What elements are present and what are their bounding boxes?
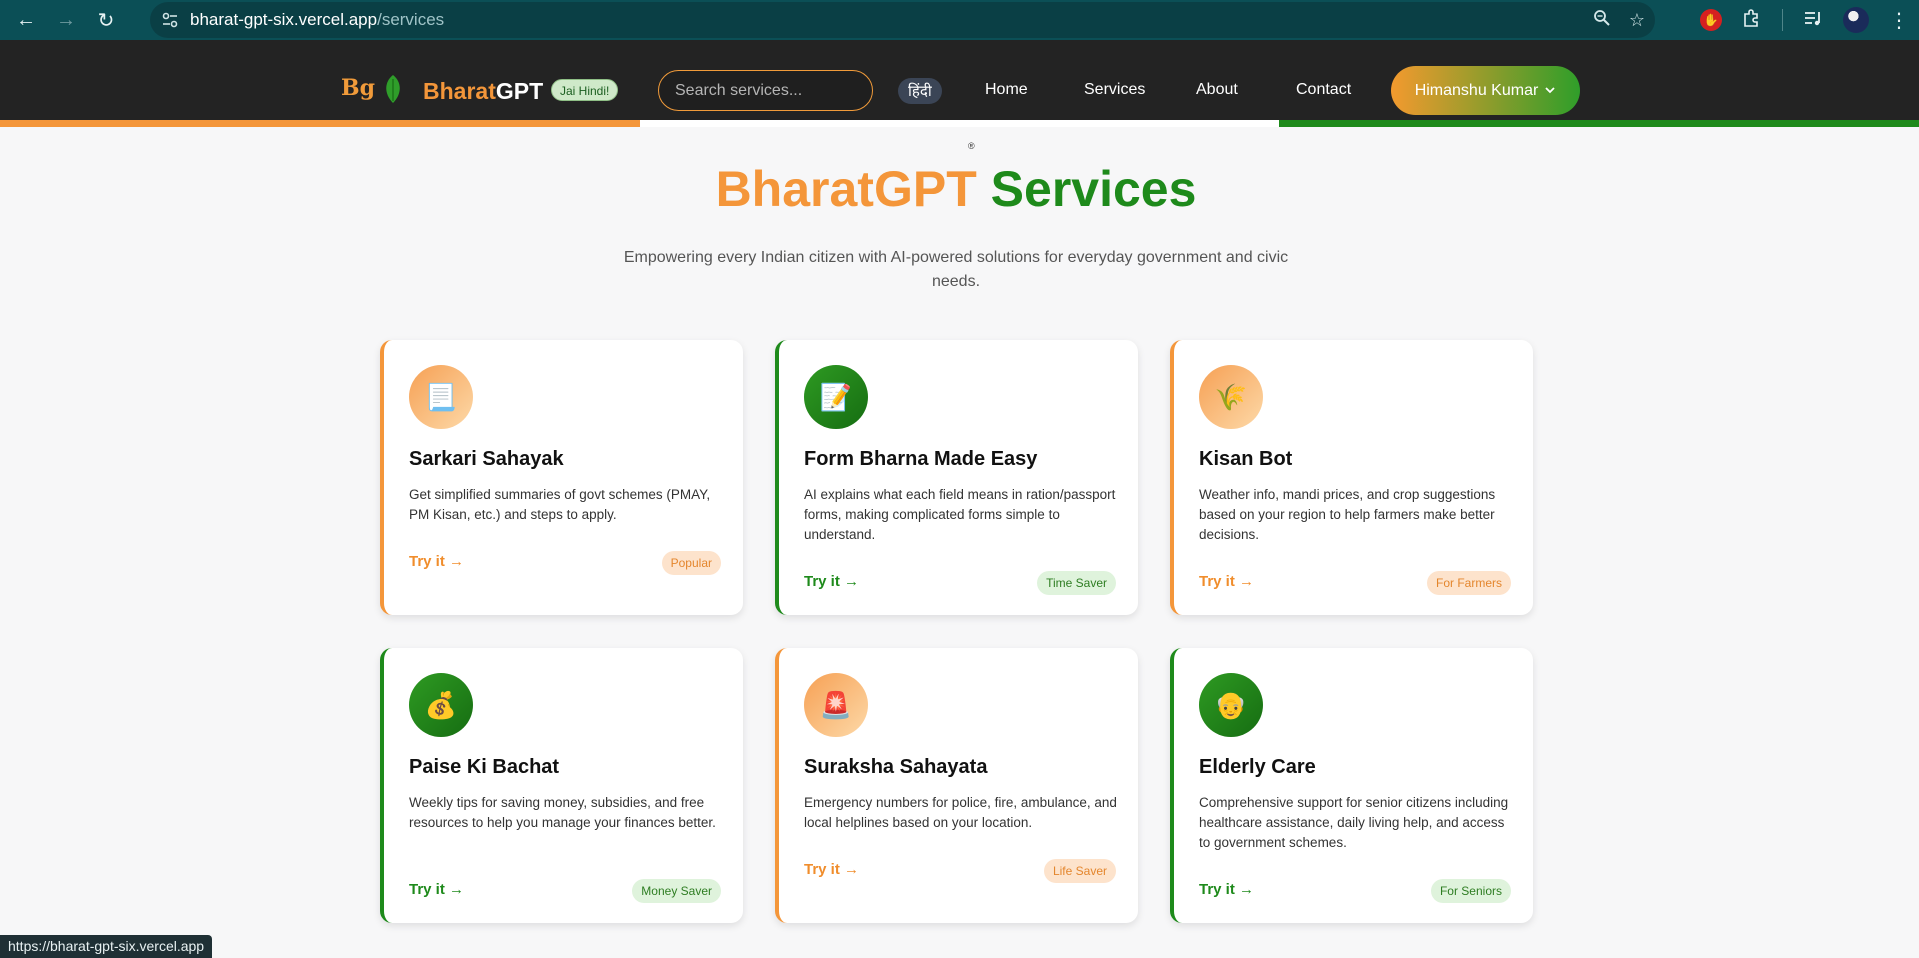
service-card[interactable]: 🌾 Kisan Bot Weather info, mandi prices, an… [1170,340,1533,615]
chevron-down-icon [1544,82,1556,100]
media-queue-icon[interactable] [1803,9,1823,32]
page-subtitle: Empowering every Indian citizen with AI-… [623,249,1289,290]
try-it-link[interactable]: Try it → [804,861,859,878]
brand-part2: GPT [495,78,544,104]
service-card[interactable]: 👴 Elderly Care Comprehensive support for s… [1170,648,1533,923]
bookmark-star-icon[interactable]: ☆ [1629,10,1645,31]
service-card-title: Elderly Care [1199,756,1316,778]
try-it-link[interactable]: Try it → [409,553,464,570]
tricolor-white [639,120,1280,127]
url-path: /services [377,10,445,29]
nav-services[interactable]: Services [1084,81,1145,99]
url-host: bharat-gpt-six.vercel.app [190,10,378,29]
zoom-icon[interactable] [1593,9,1611,32]
try-it-link[interactable]: Try it → [1199,573,1254,590]
service-card-description: Get simplified summaries of govt schemes… [409,487,711,522]
crop-icon: 🌾 [1199,365,1263,429]
tricolor-saffron [0,120,640,127]
browser-toolbar: ← → ↻ bharat-gpt-six.vercel.app/services… [0,0,1919,40]
service-card-badge: Life Saver [1043,859,1116,883]
service-card[interactable]: 📝 Form Bharna Made Easy AI explains what e… [775,340,1138,615]
service-card-description: Comprehensive support for senior citizen… [1199,795,1509,850]
service-card[interactable]: 🚨 Suraksha Sahayata Emergency numbers for … [775,648,1138,923]
try-it-link[interactable]: Try it → [409,881,464,898]
service-card-badge: Time Saver [1037,571,1116,595]
registered-mark: ® [968,141,975,151]
leaf-logo-icon [386,75,400,103]
tagline-badge: Jai Hindi! [551,79,619,101]
extensions-puzzle-icon[interactable] [1742,8,1762,33]
money-bag-icon: 💰 [409,673,473,737]
service-card-title: Suraksha Sahayata [804,756,988,778]
brand-part1: Bharat [423,78,496,104]
nav-contact[interactable]: Contact [1296,81,1351,99]
profile-avatar[interactable] [1843,7,1869,33]
title-part2: Services [990,161,1197,217]
tricolor-strip [0,120,1919,127]
form-pencil-icon: 📝 [804,365,868,429]
tricolor-green [1279,120,1919,127]
siren-icon: 🚨 [804,673,868,737]
title-part1: BharatGPT [715,161,977,217]
search-input[interactable] [658,70,873,111]
service-card-badge: For Farmers [1427,571,1511,595]
service-card-title: Sarkari Sahayak [409,448,564,470]
service-card[interactable]: 💰 Paise Ki Bachat Weekly tips for saving m… [380,648,743,923]
document-icon: 📃 [409,365,473,429]
elderly-person-icon: 👴 [1199,673,1263,737]
extension-stop-icon[interactable]: ✋ [1700,9,1722,31]
nav-home[interactable]: Home [985,81,1028,99]
brand-name[interactable]: BharatGPT [423,78,543,105]
kebab-menu-icon[interactable]: ⋮ [1889,8,1909,33]
service-card[interactable]: 📃 Sarkari Sahayak Get simplified summaries… [380,340,743,615]
status-url-bar: https://bharat-gpt-six.vercel.app [0,935,213,958]
address-bar[interactable]: bharat-gpt-six.vercel.app/services ☆ [150,2,1655,38]
service-card-title: Kisan Bot [1199,448,1293,470]
try-it-link[interactable]: Try it → [1199,881,1254,898]
back-arrow-icon[interactable]: ← [12,6,40,34]
service-card-description: AI explains what each field means in rat… [804,487,1116,542]
service-card-badge: Popular [661,551,721,575]
page-title: BharatGPT Services [0,160,1912,218]
service-card-title: Paise Ki Bachat [409,756,560,778]
service-card-description: Weekly tips for saving money, subsidies,… [409,795,716,830]
toolbar-divider [1782,9,1783,31]
nav-about[interactable]: About [1196,81,1238,99]
site-header [0,40,1919,120]
service-card-description: Weather info, mandi prices, and crop sug… [1199,487,1496,542]
try-it-link[interactable]: Try it → [804,573,859,590]
forward-arrow-icon[interactable]: → [52,6,80,34]
user-menu-button[interactable]: Himanshu Kumar [1391,66,1580,115]
language-toggle-button[interactable]: हिंदी [898,78,942,104]
url-text[interactable]: bharat-gpt-six.vercel.app/services [190,10,444,30]
service-card-badge: For Seniors [1430,879,1511,903]
site-settings-icon[interactable] [150,2,190,38]
user-name: Himanshu Kumar [1414,81,1539,99]
service-card-badge: Money Saver [632,879,721,903]
service-card-title: Form Bharna Made Easy [804,448,1038,470]
reload-icon[interactable]: ↻ [92,6,120,34]
service-card-description: Emergency numbers for police, fire, ambu… [804,795,1117,830]
logo-text[interactable]: Bg [341,75,375,101]
